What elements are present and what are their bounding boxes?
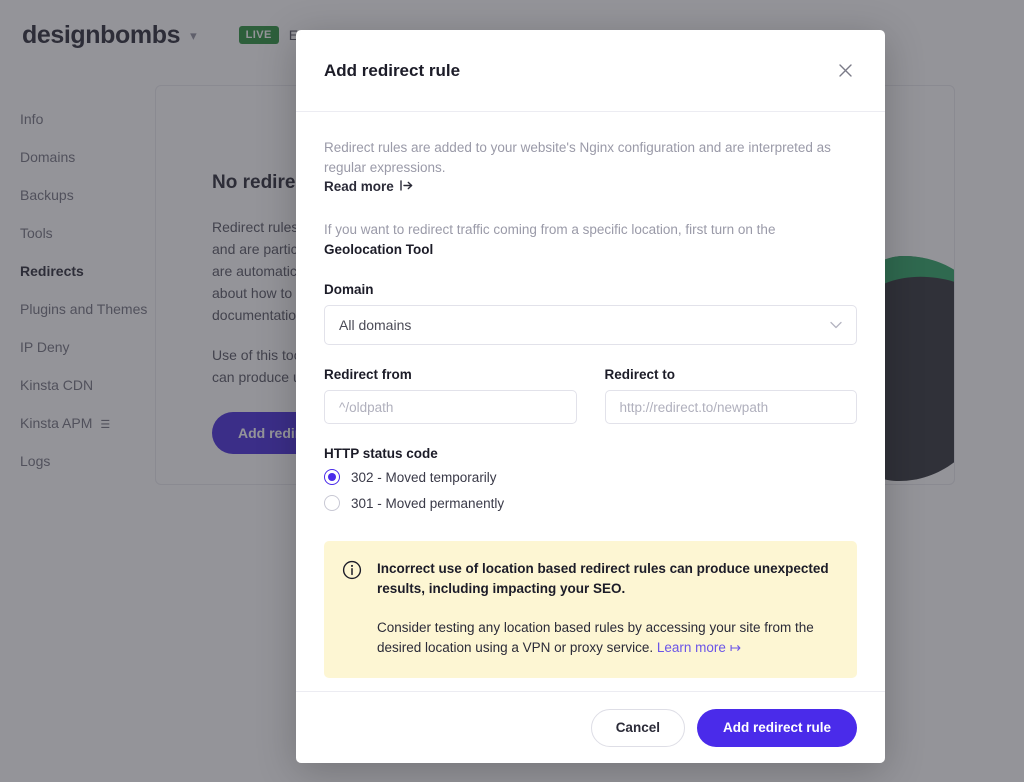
submit-add-redirect-rule-button[interactable]: Add redirect rule <box>697 709 857 747</box>
status-code-group: HTTP status code 302 - Moved temporarily… <box>324 446 857 511</box>
warning-alert-body: Incorrect use of location based redirect… <box>377 559 837 658</box>
read-more-label: Read more <box>324 179 394 194</box>
radio-dot-icon <box>324 469 340 485</box>
radio-option-301[interactable]: 301 - Moved permanently <box>324 495 857 511</box>
dialog-title: Add redirect rule <box>324 61 833 81</box>
read-more-link[interactable]: Read more <box>324 179 413 194</box>
external-link-arrow-icon <box>400 179 413 194</box>
domain-select-value: All domains <box>339 317 830 333</box>
domain-label: Domain <box>324 282 857 297</box>
learn-more-label: Learn more <box>657 640 726 655</box>
geolocation-tool-label: Geolocation Tool <box>324 242 433 257</box>
warning-alert-heading: Incorrect use of location based redirect… <box>377 559 837 599</box>
close-icon[interactable] <box>833 59 857 83</box>
dialog-header: Add redirect rule <box>296 30 885 112</box>
cancel-button[interactable]: Cancel <box>591 709 685 747</box>
radio-label: 302 - Moved temporarily <box>351 470 497 485</box>
redirect-to-group: Redirect to <box>605 367 858 424</box>
intro-text: Redirect rules are added to your website… <box>324 138 857 178</box>
warning-alert-note-text: Consider testing any location based rule… <box>377 620 814 655</box>
geolocation-hint: If you want to redirect traffic coming f… <box>324 220 857 260</box>
chevron-down-icon <box>830 319 842 331</box>
radio-label: 301 - Moved permanently <box>351 496 504 511</box>
domain-field-group: Domain All domains <box>324 282 857 345</box>
redirect-from-group: Redirect from <box>324 367 577 424</box>
info-circle-icon <box>342 560 362 658</box>
add-redirect-rule-dialog: Add redirect rule Redirect rules are add… <box>296 30 885 763</box>
warning-alert: Incorrect use of location based redirect… <box>324 541 857 678</box>
dialog-footer: Cancel Add redirect rule <box>296 691 885 763</box>
geolocation-hint-text: If you want to redirect traffic coming f… <box>324 222 775 237</box>
redirect-from-input[interactable] <box>324 390 577 424</box>
radio-option-302[interactable]: 302 - Moved temporarily <box>324 469 857 485</box>
external-link-arrow-icon: ↦ <box>730 640 741 655</box>
redirect-from-label: Redirect from <box>324 367 577 382</box>
radio-dot-icon <box>324 495 340 511</box>
redirect-paths-row: Redirect from Redirect to <box>324 367 857 424</box>
redirect-to-input[interactable] <box>605 390 858 424</box>
redirect-to-label: Redirect to <box>605 367 858 382</box>
learn-more-link[interactable]: Learn more ↦ <box>657 640 741 655</box>
dialog-body: Redirect rules are added to your website… <box>296 112 885 691</box>
status-code-label: HTTP status code <box>324 446 857 461</box>
warning-alert-note: Consider testing any location based rule… <box>377 618 837 658</box>
domain-select[interactable]: All domains <box>324 305 857 345</box>
